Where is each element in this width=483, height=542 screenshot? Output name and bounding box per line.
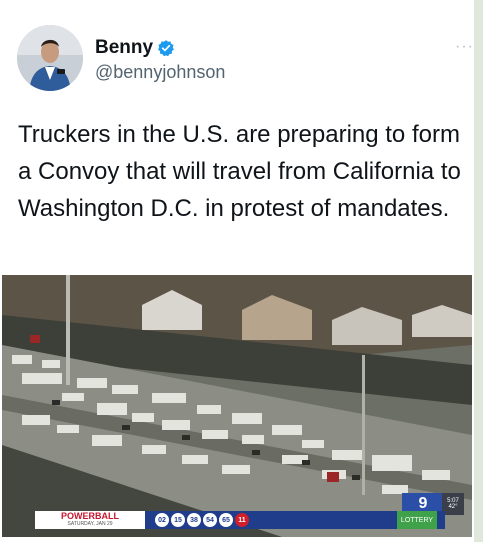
more-options-icon[interactable]: ··· — [455, 38, 474, 56]
power-ball: 11 — [235, 513, 249, 527]
powerball-date: SATURDAY, JAN 29 — [67, 521, 113, 527]
author-handle[interactable]: @bennyjohnson — [95, 62, 225, 83]
tweet-text: Truckers in the U.S. are preparing to fo… — [18, 121, 461, 222]
author-name-row: Benny — [95, 37, 175, 59]
verified-badge-icon — [158, 40, 174, 57]
weather-temp: 42° — [448, 504, 458, 510]
weather-widget: 5:07 42° — [442, 493, 464, 515]
lottery-balls: 02 15 38 54 65 11 — [155, 513, 249, 527]
lottery-ball: 02 — [155, 513, 169, 527]
lottery-ticker: POWERBALL SATURDAY, JAN 29 02 15 38 54 6… — [35, 511, 445, 529]
avatar[interactable] — [17, 25, 83, 91]
tweet-card: Benny @bennyjohnson ··· Truckers in the … — [0, 0, 474, 542]
lottery-ball: 65 — [219, 513, 233, 527]
lottery-ball: 54 — [203, 513, 217, 527]
powerball-logo: POWERBALL SATURDAY, JAN 29 — [35, 511, 145, 529]
lottery-tag: LOTTERY — [397, 511, 437, 529]
powerball-brand: POWERBALL — [61, 511, 119, 521]
page-edge-strip — [474, 0, 483, 542]
lottery-ball: 15 — [171, 513, 185, 527]
tweet-media-image[interactable]: 9 5:07 42° POWERBALL SATURDAY, JAN 29 02… — [2, 275, 472, 537]
lottery-ball: 38 — [187, 513, 201, 527]
display-name[interactable]: Benny — [95, 37, 153, 59]
